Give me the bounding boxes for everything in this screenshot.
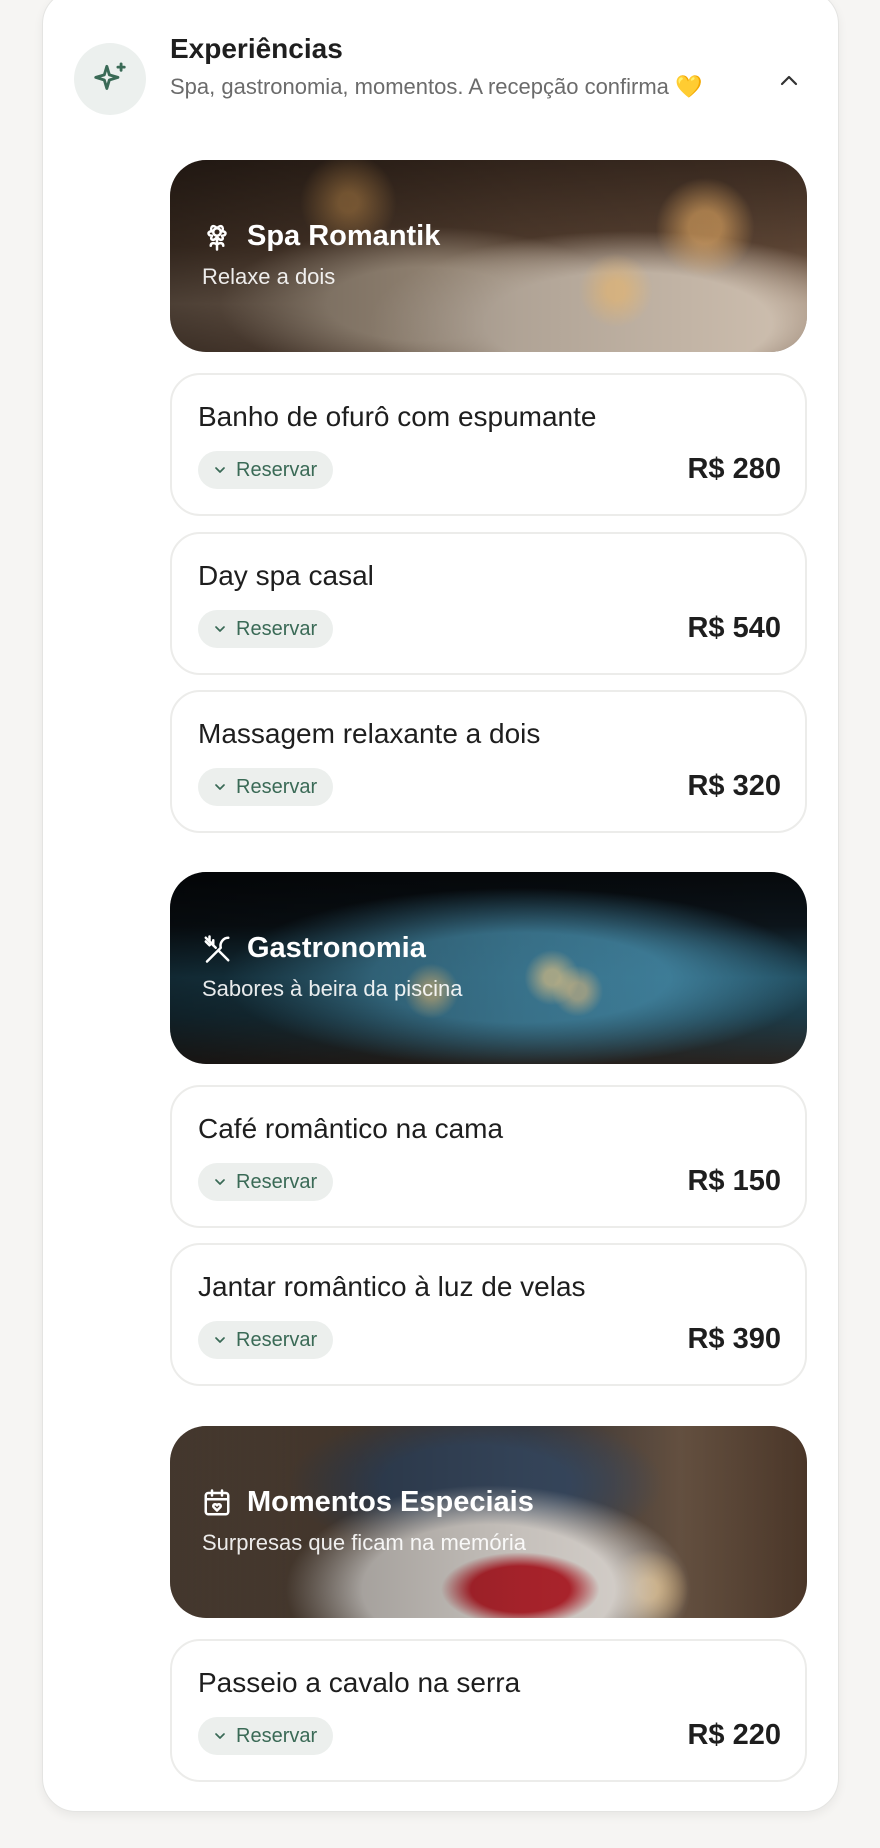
price: R$ 390 — [687, 1323, 781, 1355]
reserve-button[interactable]: Reservar — [198, 1717, 334, 1755]
section-title: Experiências — [170, 33, 343, 64]
experience-card: Café romântico na cama Reservar R$ 150 — [170, 1085, 807, 1228]
category-subtitle: Sabores à beira da piscina — [202, 976, 463, 1001]
reserve-button[interactable]: Reservar — [198, 1163, 334, 1201]
reserve-label: Reservar — [236, 1328, 318, 1351]
price: R$ 280 — [687, 453, 781, 485]
experience-name: Massagem relaxante a dois — [198, 718, 541, 749]
chevron-down-icon — [215, 1337, 225, 1343]
experience-card: Day spa casal Reservar R$ 540 — [170, 532, 807, 675]
chevron-down-icon — [215, 467, 225, 473]
reserve-button[interactable]: Reservar — [198, 768, 334, 806]
category-banner-spa: Spa Romantik Relaxe a dois — [170, 160, 807, 352]
chevron-down-icon — [215, 626, 225, 632]
reserve-label: Reservar — [236, 458, 318, 481]
reserve-button[interactable]: Reservar — [198, 1321, 334, 1359]
reserve-label: Reservar — [236, 1170, 318, 1193]
reserve-button[interactable]: Reservar — [198, 451, 334, 489]
experience-name: Passeio a cavalo na serra — [198, 1667, 521, 1698]
utensils-crossed-icon — [204, 935, 230, 963]
price: R$ 540 — [687, 612, 781, 644]
reserve-label: Reservar — [236, 617, 318, 640]
category-title: Gastronomia — [247, 932, 426, 964]
price: R$ 320 — [687, 770, 781, 802]
experience-card: Banho de ofurô com espumante Reservar R$… — [170, 373, 807, 516]
experience-card: Passeio a cavalo na serra Reservar R$ 22… — [170, 1639, 807, 1782]
experience-name: Banho de ofurô com espumante — [198, 401, 597, 432]
category-title: Spa Romantik — [247, 220, 441, 252]
experience-card: Jantar romântico à luz de velas Reservar… — [170, 1243, 807, 1386]
category-subtitle: Surpresas que ficam na memória — [202, 1530, 527, 1555]
category-title: Momentos Especiais — [247, 1486, 534, 1518]
category-banner-gastronomia: Gastronomia Sabores à beira da piscina — [170, 872, 807, 1064]
flower-icon — [207, 224, 227, 251]
chevron-down-icon — [215, 1733, 225, 1739]
price: R$ 150 — [687, 1165, 781, 1197]
reserve-label: Reservar — [236, 775, 318, 798]
experience-card: Massagem relaxante a dois Reservar R$ 32… — [170, 690, 807, 833]
collapse-button[interactable] — [772, 64, 806, 98]
category-banner-momentos: Momentos Especiais Surpresas que ficam n… — [170, 1426, 807, 1618]
section-subtitle: Spa, gastronomia, momentos. A recepção c… — [170, 74, 703, 99]
sparkles-icon — [74, 43, 146, 115]
reserve-button[interactable]: Reservar — [198, 610, 334, 648]
experience-name: Day spa casal — [198, 560, 374, 591]
chevron-down-icon — [215, 784, 225, 790]
chevron-down-icon — [215, 1179, 225, 1185]
calendar-heart-icon — [204, 1489, 230, 1516]
experience-name: Jantar romântico à luz de velas — [198, 1271, 586, 1302]
category-subtitle: Relaxe a dois — [202, 264, 336, 289]
reserve-label: Reservar — [236, 1724, 318, 1747]
price: R$ 220 — [687, 1719, 781, 1751]
experience-name: Café romântico na cama — [198, 1113, 504, 1144]
chevron-up-icon — [780, 75, 798, 86]
